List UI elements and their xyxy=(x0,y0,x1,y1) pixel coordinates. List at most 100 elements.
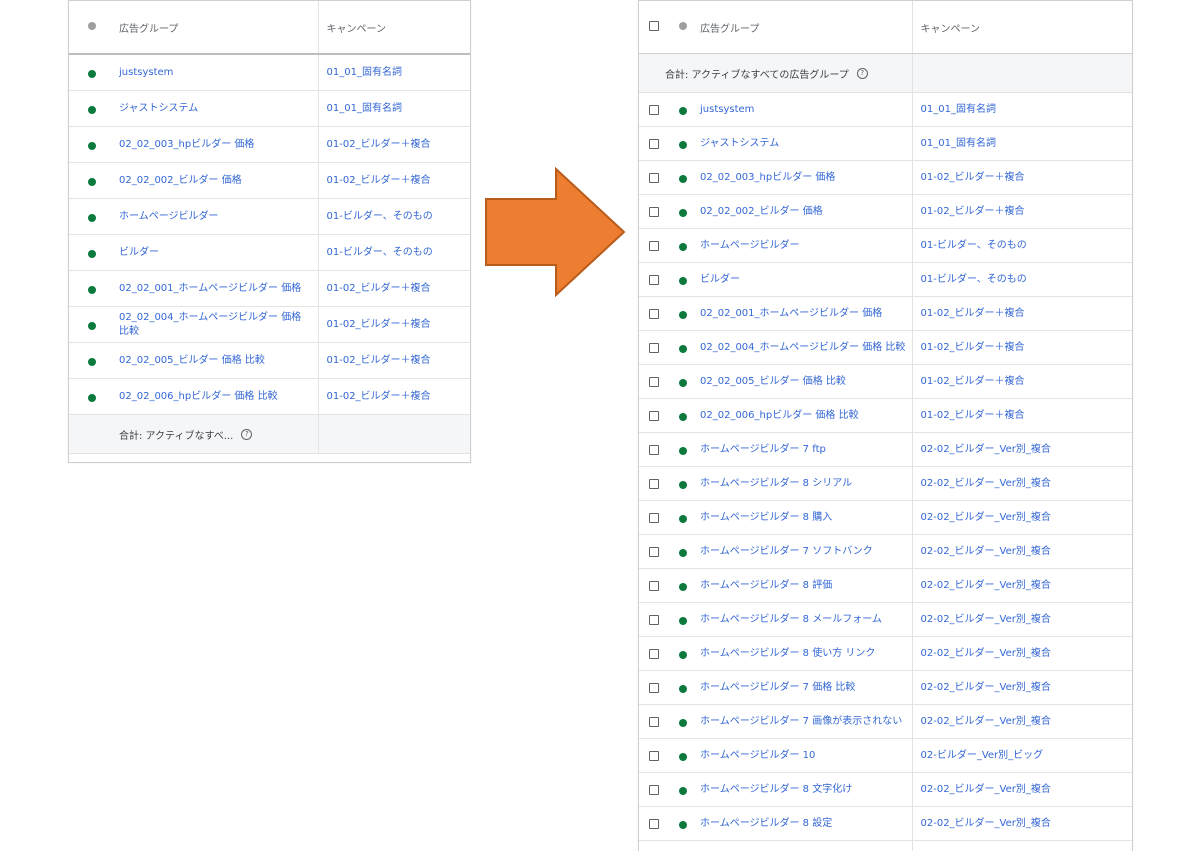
status-enabled-icon[interactable] xyxy=(679,821,687,829)
row-checkbox[interactable] xyxy=(649,819,659,829)
row-checkbox[interactable] xyxy=(649,683,659,693)
status-enabled-icon[interactable] xyxy=(679,447,687,455)
ad-group-link[interactable]: ホームページビルダー xyxy=(119,210,312,224)
ad-group-link[interactable]: 02_02_006_hpビルダー 価格 比較 xyxy=(700,409,906,423)
status-enabled-icon[interactable] xyxy=(88,142,96,150)
campaign-link[interactable]: 02-02_ビルダー_Ver別_複合 xyxy=(921,545,1133,559)
campaign-link[interactable]: 01_01_固有名詞 xyxy=(327,102,471,116)
row-checkbox[interactable] xyxy=(649,173,659,183)
ad-group-link[interactable]: ホームページビルダー 8 評価 xyxy=(700,579,906,593)
status-enabled-icon[interactable] xyxy=(679,583,687,591)
status-enabled-icon[interactable] xyxy=(679,243,687,251)
ad-group-column-header[interactable]: 広告グループ xyxy=(115,1,318,54)
ad-group-link[interactable]: ホームページビルダー 8 設定 xyxy=(700,817,906,831)
ad-group-link[interactable]: 02_02_004_ホームページビルダー 価格 比較 xyxy=(700,341,906,355)
campaign-link[interactable]: 01-ビルダー、そのもの xyxy=(921,273,1133,287)
row-checkbox[interactable] xyxy=(649,547,659,557)
status-enabled-icon[interactable] xyxy=(679,515,687,523)
row-checkbox[interactable] xyxy=(649,105,659,115)
ad-group-link[interactable]: ホームページビルダー 7 価格 比較 xyxy=(700,681,906,695)
status-enabled-icon[interactable] xyxy=(679,141,687,149)
campaign-link[interactable]: 01-02_ビルダー＋複合 xyxy=(327,318,471,332)
campaign-link[interactable]: 02-02_ビルダー_Ver別_複合 xyxy=(921,783,1133,797)
help-icon[interactable]: ? xyxy=(857,68,868,79)
campaign-link[interactable]: 01-ビルダー、そのもの xyxy=(921,239,1133,253)
ad-group-link[interactable]: 02_02_003_hpビルダー 価格 xyxy=(700,171,906,185)
status-enabled-icon[interactable] xyxy=(679,175,687,183)
campaign-link[interactable]: 02-02_ビルダー_Ver別_複合 xyxy=(921,715,1133,729)
status-enabled-icon[interactable] xyxy=(679,413,687,421)
ad-group-link[interactable]: ホームページビルダー 8 シリアル xyxy=(700,477,906,491)
ad-group-link[interactable]: ホームページビルダー xyxy=(700,239,906,253)
ad-group-link[interactable]: ビルダー xyxy=(700,273,906,287)
status-enabled-icon[interactable] xyxy=(679,787,687,795)
status-enabled-icon[interactable] xyxy=(679,719,687,727)
ad-group-link[interactable]: 02_02_002_ビルダー 価格 xyxy=(119,174,312,188)
ad-group-link[interactable]: 02_02_001_ホームページビルダー 価格 xyxy=(700,307,906,321)
campaign-link[interactable]: 02-02_ビルダー_Ver別_複合 xyxy=(921,613,1133,627)
status-enabled-icon[interactable] xyxy=(679,651,687,659)
campaign-link[interactable]: 02-02_ビルダー_Ver別_複合 xyxy=(921,681,1133,695)
status-enabled-icon[interactable] xyxy=(679,753,687,761)
ad-group-link[interactable]: ホームページビルダー 7 ソフトバンク xyxy=(700,545,906,559)
campaign-link[interactable]: 02-02_ビルダー_Ver別_複合 xyxy=(921,817,1133,831)
status-enabled-icon[interactable] xyxy=(679,617,687,625)
campaign-link[interactable]: 02-02_ビルダー_Ver別_複合 xyxy=(921,579,1133,593)
status-enabled-icon[interactable] xyxy=(679,685,687,693)
campaign-link[interactable]: 02-02_ビルダー_Ver別_複合 xyxy=(921,511,1133,525)
row-checkbox[interactable] xyxy=(649,615,659,625)
row-checkbox[interactable] xyxy=(649,751,659,761)
row-checkbox[interactable] xyxy=(649,717,659,727)
select-all-checkbox[interactable] xyxy=(639,1,669,54)
row-checkbox[interactable] xyxy=(649,411,659,421)
campaign-link[interactable]: 02-02_ビルダー_Ver別_複合 xyxy=(921,443,1133,457)
status-enabled-icon[interactable] xyxy=(679,345,687,353)
campaign-column-header[interactable]: キャンペーン xyxy=(318,1,470,54)
campaign-link[interactable]: 02-ビルダー_Ver別_ビッグ xyxy=(921,749,1133,763)
campaign-link[interactable]: 01-ビルダー、そのもの xyxy=(327,210,471,224)
status-enabled-icon[interactable] xyxy=(679,107,687,115)
ad-group-link[interactable]: justsystem xyxy=(119,66,312,80)
ad-group-link[interactable]: 02_02_003_hpビルダー 価格 xyxy=(119,138,312,152)
ad-group-link[interactable]: 02_02_002_ビルダー 価格 xyxy=(700,205,906,219)
ad-group-column-header[interactable]: 広告グループ xyxy=(696,1,912,54)
status-enabled-icon[interactable] xyxy=(679,311,687,319)
status-enabled-icon[interactable] xyxy=(88,250,96,258)
row-checkbox[interactable] xyxy=(649,377,659,387)
row-checkbox[interactable] xyxy=(649,479,659,489)
ad-group-link[interactable]: ジャストシステム xyxy=(119,102,312,116)
ad-group-link[interactable]: ホームページビルダー 7 画像が表示されない xyxy=(700,715,906,729)
campaign-link[interactable]: 01-02_ビルダー＋複合 xyxy=(327,390,471,404)
ad-group-link[interactable]: ホームページビルダー 8 使い方 リンク xyxy=(700,647,906,661)
status-enabled-icon[interactable] xyxy=(88,106,96,114)
ad-group-link[interactable]: 02_02_005_ビルダー 価格 比較 xyxy=(119,354,312,368)
row-checkbox[interactable] xyxy=(649,207,659,217)
row-checkbox[interactable] xyxy=(649,785,659,795)
campaign-link[interactable]: 01-02_ビルダー＋複合 xyxy=(921,409,1133,423)
campaign-link[interactable]: 01-ビルダー、そのもの xyxy=(327,246,471,260)
status-enabled-icon[interactable] xyxy=(88,322,96,330)
status-enabled-icon[interactable] xyxy=(679,481,687,489)
row-checkbox[interactable] xyxy=(649,309,659,319)
status-enabled-icon[interactable] xyxy=(88,286,96,294)
status-enabled-icon[interactable] xyxy=(679,549,687,557)
campaign-link[interactable]: 01-02_ビルダー＋複合 xyxy=(327,354,471,368)
help-icon[interactable]: ? xyxy=(241,429,252,440)
campaign-link[interactable]: 01-02_ビルダー＋複合 xyxy=(327,174,471,188)
row-checkbox[interactable] xyxy=(649,343,659,353)
row-checkbox[interactable] xyxy=(649,241,659,251)
row-checkbox[interactable] xyxy=(649,275,659,285)
status-enabled-icon[interactable] xyxy=(88,178,96,186)
status-column-header[interactable] xyxy=(669,1,696,54)
status-enabled-icon[interactable] xyxy=(88,214,96,222)
status-enabled-icon[interactable] xyxy=(679,379,687,387)
campaign-link[interactable]: 02-02_ビルダー_Ver別_複合 xyxy=(921,477,1133,491)
row-checkbox[interactable] xyxy=(649,581,659,591)
ad-group-link[interactable]: ホームページビルダー 7 ftp xyxy=(700,443,906,457)
row-checkbox[interactable] xyxy=(649,649,659,659)
status-enabled-icon[interactable] xyxy=(88,358,96,366)
status-enabled-icon[interactable] xyxy=(88,70,96,78)
ad-group-link[interactable]: ホームページビルダー 8 メールフォーム xyxy=(700,613,906,627)
ad-group-link[interactable]: ビルダー xyxy=(119,246,312,260)
ad-group-link[interactable]: 02_02_001_ホームページビルダー 価格 xyxy=(119,282,312,296)
